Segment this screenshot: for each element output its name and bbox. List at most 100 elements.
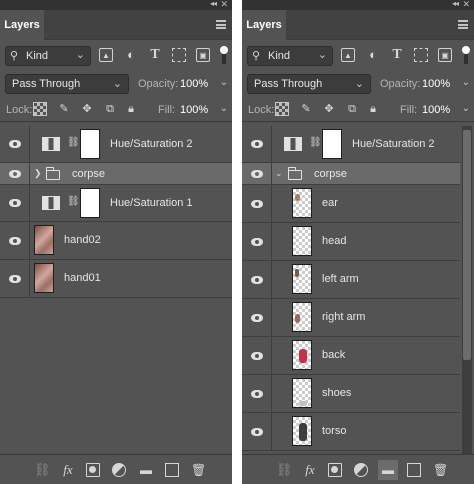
fill-field[interactable]: 100% — [180, 104, 208, 116]
pixel-filter-icon[interactable]: ▲ — [99, 48, 113, 62]
lock-all-icon[interactable]: 🔒︎ — [124, 102, 138, 116]
shape-filter-icon[interactable] — [414, 48, 428, 62]
layer-mask-thumbnail[interactable] — [322, 129, 342, 159]
eye-icon[interactable] — [9, 170, 21, 178]
layer-thumbnail[interactable] — [292, 264, 312, 294]
layer-row[interactable]: ⛓︎ Hue/Saturation 2 — [0, 126, 232, 163]
new-group-icon[interactable]: ▬ — [378, 460, 398, 480]
layer-mask-thumbnail[interactable] — [80, 188, 100, 218]
layer-row[interactable]: back — [242, 337, 460, 375]
eye-icon[interactable] — [9, 199, 21, 207]
visibility-toggle[interactable] — [0, 222, 30, 259]
layer-row[interactable]: head — [242, 223, 460, 261]
kind-filter-dropdown[interactable]: ⚲ Kind ⌄ — [5, 46, 91, 66]
close-icon[interactable]: ✕ — [462, 0, 470, 10]
new-group-icon[interactable]: ▬ — [139, 463, 153, 477]
adjustment-filter-icon[interactable]: ◐ — [366, 48, 380, 62]
visibility-toggle[interactable] — [242, 337, 272, 374]
lock-transparent-icon[interactable] — [33, 102, 47, 116]
layer-thumbnail[interactable] — [292, 302, 312, 332]
lock-transparent-icon[interactable] — [275, 102, 289, 116]
chevron-down-icon[interactable]: ⌄ — [275, 168, 283, 179]
new-layer-icon[interactable] — [407, 463, 421, 477]
smart-object-filter-icon[interactable]: ▣ — [438, 48, 452, 62]
new-layer-icon[interactable] — [165, 463, 179, 477]
lock-image-icon[interactable]: ✎ — [299, 102, 313, 116]
layer-row[interactable]: hand01 — [0, 260, 232, 298]
eye-icon[interactable] — [251, 170, 263, 178]
photo-thumbnail[interactable] — [34, 225, 54, 255]
trash-icon[interactable]: 🗑︎ — [191, 463, 206, 477]
visibility-toggle[interactable] — [242, 126, 272, 162]
filter-toggle[interactable] — [462, 46, 470, 64]
layers-scrollbar[interactable] — [462, 126, 472, 454]
layer-group-row[interactable]: ⌄ corpse — [242, 163, 460, 185]
blend-mode-dropdown[interactable]: Pass Through ⌄ — [247, 74, 371, 94]
type-filter-icon[interactable]: T — [148, 48, 162, 62]
tab-layers[interactable]: Layers — [0, 10, 44, 40]
eye-icon[interactable] — [251, 276, 263, 284]
link-icon[interactable]: ⛓︎ — [67, 137, 80, 148]
eye-icon[interactable] — [251, 238, 263, 246]
type-filter-icon[interactable]: T — [390, 48, 404, 62]
smart-object-filter-icon[interactable]: ▣ — [196, 48, 210, 62]
visibility-toggle[interactable] — [0, 163, 30, 184]
layer-group-row[interactable]: ❯ corpse — [0, 163, 232, 185]
add-mask-icon[interactable] — [86, 463, 100, 477]
eye-icon[interactable] — [251, 314, 263, 322]
visibility-toggle[interactable] — [242, 375, 272, 412]
opacity-slider-icon[interactable]: ⌄ — [462, 77, 470, 88]
add-mask-icon[interactable] — [328, 463, 342, 477]
opacity-field[interactable]: 100% — [180, 78, 208, 90]
eye-icon[interactable] — [251, 390, 263, 398]
new-adjustment-icon[interactable] — [112, 463, 126, 477]
fx-icon[interactable]: fx — [303, 463, 317, 477]
eye-icon[interactable] — [251, 140, 263, 148]
fill-field[interactable]: 100% — [422, 104, 450, 116]
opacity-slider-icon[interactable]: ⌄ — [220, 77, 228, 88]
lock-position-icon[interactable]: ✥ — [322, 102, 336, 116]
layer-thumbnail[interactable] — [292, 378, 312, 408]
fx-icon[interactable]: fx — [61, 463, 75, 477]
new-adjustment-icon[interactable] — [354, 463, 368, 477]
layer-mask-thumbnail[interactable] — [80, 129, 100, 159]
link-icon[interactable]: ⛓︎ — [309, 137, 322, 148]
shape-filter-icon[interactable] — [172, 48, 186, 62]
layer-row[interactable]: left arm — [242, 261, 460, 299]
eye-icon[interactable] — [251, 200, 263, 208]
fill-slider-icon[interactable]: ⌄ — [220, 103, 228, 114]
trash-icon[interactable]: 🗑︎ — [433, 463, 448, 477]
layer-row[interactable]: torso — [242, 413, 460, 451]
eye-icon[interactable] — [9, 275, 21, 283]
photo-thumbnail[interactable] — [34, 263, 54, 293]
link-icon[interactable]: ⛓︎ — [67, 196, 80, 207]
link-layers-icon[interactable]: ⛓︎ — [276, 463, 293, 477]
fill-slider-icon[interactable]: ⌄ — [462, 103, 470, 114]
visibility-toggle[interactable] — [242, 261, 272, 298]
layer-row[interactable]: right arm — [242, 299, 460, 337]
layer-row[interactable]: hand02 — [0, 222, 232, 260]
kind-filter-dropdown[interactable]: ⚲ Kind ⌄ — [247, 46, 333, 66]
eye-icon[interactable] — [9, 237, 21, 245]
eye-icon[interactable] — [251, 428, 263, 436]
eye-icon[interactable] — [251, 352, 263, 360]
adjustment-filter-icon[interactable]: ◐ — [124, 48, 138, 62]
tab-layers[interactable]: Layers — [242, 10, 286, 40]
panel-menu-icon[interactable] — [458, 20, 468, 29]
layer-row[interactable]: ⛓︎ Hue/Saturation 1 — [0, 185, 232, 222]
layer-row[interactable]: ear — [242, 185, 460, 223]
link-layers-icon[interactable]: ⛓︎ — [34, 463, 51, 477]
collapse-icon[interactable]: ◂◂ — [210, 0, 217, 8]
layer-row[interactable]: ⛓︎ Hue/Saturation 2 — [242, 126, 460, 163]
lock-image-icon[interactable]: ✎ — [57, 102, 71, 116]
layer-thumbnail[interactable] — [292, 340, 312, 370]
lock-artboard-icon[interactable]: ⧉ — [103, 102, 117, 116]
lock-position-icon[interactable]: ✥ — [80, 102, 94, 116]
blend-mode-dropdown[interactable]: Pass Through ⌄ — [5, 74, 129, 94]
layer-thumbnail[interactable] — [292, 226, 312, 256]
close-icon[interactable]: ✕ — [220, 0, 228, 10]
layer-thumbnail[interactable] — [292, 188, 312, 218]
visibility-toggle[interactable] — [0, 260, 30, 297]
layer-row[interactable]: shoes — [242, 375, 460, 413]
visibility-toggle[interactable] — [242, 413, 272, 450]
